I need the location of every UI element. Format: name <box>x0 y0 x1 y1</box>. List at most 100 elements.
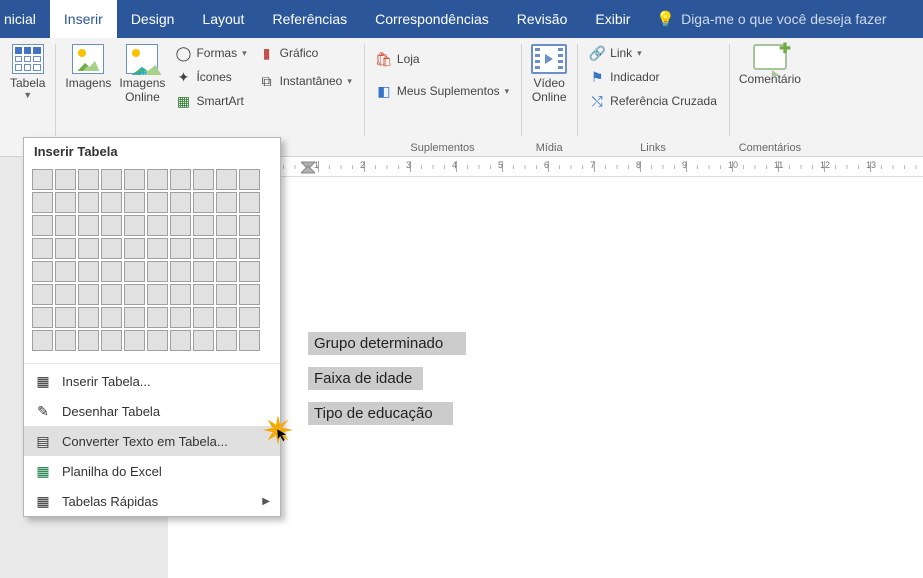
grid-cell[interactable] <box>55 238 76 259</box>
grid-cell[interactable] <box>193 192 214 213</box>
grid-cell[interactable] <box>32 169 53 190</box>
grid-cell[interactable] <box>55 261 76 282</box>
grid-cell[interactable] <box>193 238 214 259</box>
grid-cell[interactable] <box>170 330 191 351</box>
icones-button[interactable]: ✦ Ícones <box>171 66 250 88</box>
grid-cell[interactable] <box>124 307 145 328</box>
comentario-button[interactable]: ✚ Comentário <box>737 42 803 88</box>
grid-cell[interactable] <box>147 261 168 282</box>
grid-cell[interactable] <box>124 192 145 213</box>
grid-cell[interactable] <box>55 284 76 305</box>
tab-revisao[interactable]: Revisão <box>503 0 582 38</box>
tab-design[interactable]: Design <box>117 0 189 38</box>
smartart-button[interactable]: ▦ SmartArt <box>171 90 250 112</box>
grid-cell[interactable] <box>239 330 260 351</box>
tab-referencias[interactable]: Referências <box>258 0 361 38</box>
grid-cell[interactable] <box>101 238 122 259</box>
video-online-button[interactable]: Vídeo Online <box>529 42 569 106</box>
grid-cell[interactable] <box>193 261 214 282</box>
grid-cell[interactable] <box>78 192 99 213</box>
grid-cell[interactable] <box>216 215 237 236</box>
tab-correspondencias[interactable]: Correspondências <box>361 0 503 38</box>
grid-cell[interactable] <box>101 169 122 190</box>
grid-cell[interactable] <box>216 261 237 282</box>
menu-tabelas-rapidas[interactable]: ▦ Tabelas Rápidas ▶ <box>24 486 280 516</box>
grid-cell[interactable] <box>193 169 214 190</box>
grid-cell[interactable] <box>55 169 76 190</box>
grid-cell[interactable] <box>55 192 76 213</box>
grid-cell[interactable] <box>239 261 260 282</box>
grid-cell[interactable] <box>147 192 168 213</box>
grid-cell[interactable] <box>170 215 191 236</box>
grid-cell[interactable] <box>124 238 145 259</box>
grid-cell[interactable] <box>147 215 168 236</box>
tell-me[interactable]: 💡 Diga-me o que você deseja fazer <box>656 0 886 38</box>
grid-cell[interactable] <box>170 169 191 190</box>
indicador-button[interactable]: ⚑ Indicador <box>585 66 721 88</box>
grid-cell[interactable] <box>32 284 53 305</box>
grid-cell[interactable] <box>101 330 122 351</box>
grid-cell[interactable] <box>101 215 122 236</box>
menu-desenhar-tabela[interactable]: ✎ Desenhar Tabela <box>24 396 280 426</box>
imagens-button[interactable]: Imagens <box>63 42 113 112</box>
referencia-cruzada-button[interactable]: ⤭ Referência Cruzada <box>585 90 721 112</box>
grid-cell[interactable] <box>124 215 145 236</box>
tab-layout[interactable]: Layout <box>188 0 258 38</box>
grid-cell[interactable] <box>239 169 260 190</box>
loja-button[interactable]: 🛍 Loja <box>372 48 513 70</box>
grid-cell[interactable] <box>147 169 168 190</box>
menu-converter-texto-tabela[interactable]: ▤ Converter Texto em Tabela... <box>24 426 280 456</box>
selected-text-line[interactable]: Faixa de idade <box>308 367 423 390</box>
grid-cell[interactable] <box>32 215 53 236</box>
grid-cell[interactable] <box>170 284 191 305</box>
grid-cell[interactable] <box>55 330 76 351</box>
grid-cell[interactable] <box>78 169 99 190</box>
menu-inserir-tabela[interactable]: ▦ Inserir Tabela... <box>24 366 280 396</box>
menu-planilha-excel[interactable]: ▦ Planilha do Excel <box>24 456 280 486</box>
tabela-button[interactable]: Tabela ▼ <box>8 42 47 102</box>
grid-cell[interactable] <box>55 215 76 236</box>
grid-cell[interactable] <box>78 307 99 328</box>
grid-cell[interactable] <box>216 307 237 328</box>
grid-cell[interactable] <box>101 261 122 282</box>
imagens-online-button[interactable]: Imagens Online <box>117 42 167 112</box>
insert-table-grid[interactable] <box>24 165 280 361</box>
grid-cell[interactable] <box>239 215 260 236</box>
tab-exibir[interactable]: Exibir <box>581 0 644 38</box>
formas-button[interactable]: ◯ Formas ▾ <box>171 42 250 64</box>
instantaneo-button[interactable]: ⧉ Instantâneo ▾ <box>255 70 356 92</box>
grid-cell[interactable] <box>239 192 260 213</box>
grid-cell[interactable] <box>216 330 237 351</box>
grid-cell[interactable] <box>216 169 237 190</box>
grid-cell[interactable] <box>124 284 145 305</box>
grid-cell[interactable] <box>78 261 99 282</box>
tab-inicial[interactable]: nicial <box>0 0 50 38</box>
grid-cell[interactable] <box>32 238 53 259</box>
grid-cell[interactable] <box>147 307 168 328</box>
grid-cell[interactable] <box>78 215 99 236</box>
grid-cell[interactable] <box>124 261 145 282</box>
grid-cell[interactable] <box>32 192 53 213</box>
grafico-button[interactable]: ▮ Gráfico <box>255 42 356 64</box>
grid-cell[interactable] <box>216 192 237 213</box>
grid-cell[interactable] <box>170 238 191 259</box>
meus-suplementos-button[interactable]: ◧ Meus Suplementos ▾ <box>372 80 513 102</box>
grid-cell[interactable] <box>170 192 191 213</box>
selected-text-line[interactable]: Grupo determinado <box>308 332 466 355</box>
grid-cell[interactable] <box>101 307 122 328</box>
grid-cell[interactable] <box>239 284 260 305</box>
grid-cell[interactable] <box>78 238 99 259</box>
tab-inserir[interactable]: Inserir <box>50 0 117 38</box>
grid-cell[interactable] <box>147 284 168 305</box>
grid-cell[interactable] <box>101 284 122 305</box>
grid-cell[interactable] <box>147 330 168 351</box>
grid-cell[interactable] <box>32 330 53 351</box>
grid-cell[interactable] <box>124 330 145 351</box>
grid-cell[interactable] <box>239 307 260 328</box>
horizontal-ruler[interactable]: 12345678910111213 <box>168 157 923 177</box>
grid-cell[interactable] <box>216 284 237 305</box>
grid-cell[interactable] <box>78 284 99 305</box>
grid-cell[interactable] <box>101 192 122 213</box>
link-button[interactable]: 🔗 Link ▾ <box>585 42 721 64</box>
grid-cell[interactable] <box>193 284 214 305</box>
